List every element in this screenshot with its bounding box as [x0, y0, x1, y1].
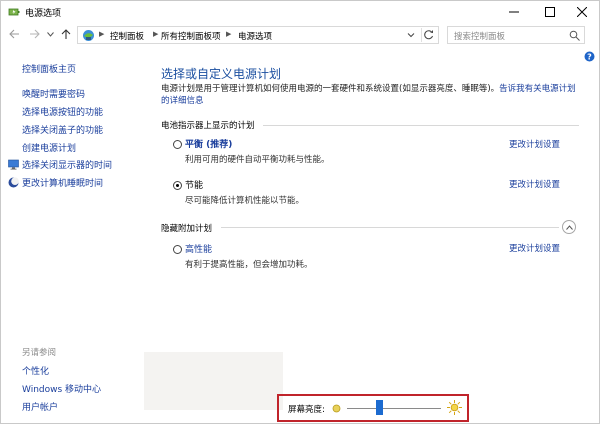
brightness-slider-thumb[interactable] — [376, 400, 384, 415]
search-input[interactable]: 搜索控制面板 — [447, 26, 585, 44]
close-icon — [577, 7, 587, 17]
help-icon[interactable]: ? — [584, 51, 595, 62]
power-options-app-icon — [8, 8, 20, 16]
blank-panel-area — [144, 352, 283, 410]
sidebar-item-require-password[interactable]: 唤醒时需要密码 — [22, 87, 85, 100]
plan-high-performance-name[interactable]: 高性能 — [185, 242, 212, 255]
plan-balanced-description: 利用可用的硬件自动平衡功耗与性能。 — [185, 155, 330, 165]
sleep-moon-icon — [8, 177, 19, 188]
window-title: 电源选项 — [25, 9, 62, 19]
breadcrumb-separator-icon: ▶ — [226, 30, 232, 38]
forward-arrow-icon — [29, 29, 40, 39]
breadcrumb-separator-icon: ▶ — [153, 30, 159, 38]
page-title: 选择或自定义电源计划 — [161, 67, 282, 81]
chevron-down-icon — [46, 31, 54, 37]
dim-sun-icon — [332, 404, 341, 413]
brightness-label: 屏幕亮度: — [288, 405, 325, 415]
bright-sun-icon — [447, 400, 462, 415]
battery-plans-heading: 电池指示器上显示的计划 — [161, 121, 255, 131]
power-options-window: 电源选项 ▶ 控制面板 ▶ 所有控制面板项 ▶ 电源选项 搜索控制面板 ? 控制… — [0, 0, 600, 424]
address-bar[interactable]: ▶ 控制面板 ▶ 所有控制面板项 ▶ 电源选项 — [77, 26, 439, 44]
up-arrow-icon — [61, 28, 71, 39]
control-panel-icon — [83, 30, 94, 41]
plan-power-saver-description: 尽可能降低计算机性能以节能。 — [185, 196, 305, 206]
sidebar-item-power-button[interactable]: 选择电源按钮的功能 — [22, 105, 103, 118]
refresh-icon — [424, 30, 433, 40]
sidebar-item-sleep-time[interactable]: 更改计算机睡眠时间 — [22, 176, 103, 189]
title-bar: 电源选项 — [1, 1, 599, 23]
screen-brightness-control: 屏幕亮度: — [277, 394, 469, 422]
plan-balanced-name[interactable]: 平衡 (推荐) — [185, 137, 232, 150]
plan-high-performance-radio[interactable] — [173, 245, 182, 254]
back-button[interactable] — [7, 27, 21, 41]
plan-balanced-radio[interactable] — [173, 140, 182, 149]
address-dropdown-icon[interactable] — [406, 29, 416, 41]
see-also-user-accounts-link[interactable]: 用户帐户 — [22, 400, 58, 413]
see-also-mobility-center-link[interactable]: Windows 移动中心 — [22, 382, 101, 395]
section-divider — [221, 227, 559, 228]
plan-high-performance-description: 有利于提高性能，但会增加功耗。 — [185, 260, 313, 270]
sidebar-item-create-plan[interactable]: 创建电源计划 — [22, 141, 76, 154]
maximize-button[interactable] — [533, 1, 567, 23]
description-text: 电源计划是用于管理计算机如何使用电源的一套硬件和系统设置(如显示器亮度、睡眠等)… — [161, 84, 500, 94]
recent-pages-button[interactable] — [45, 27, 55, 41]
up-button[interactable] — [59, 27, 73, 41]
chevron-up-icon — [565, 224, 573, 230]
brightness-slider-track[interactable] — [347, 408, 441, 409]
section-divider — [263, 125, 579, 126]
sidebar-item-lid-close[interactable]: 选择关闭盖子的功能 — [22, 123, 103, 136]
breadcrumb-separator-icon: ▶ — [99, 30, 105, 38]
breadcrumb-power-options[interactable]: 电源选项 — [238, 30, 272, 42]
svg-text:?: ? — [587, 52, 592, 61]
control-panel-home-link[interactable]: 控制面板主页 — [22, 62, 76, 75]
breadcrumb-all-items[interactable]: 所有控制面板项 — [161, 30, 221, 42]
plan-power-saver-radio[interactable] — [173, 181, 182, 190]
monitor-icon — [8, 159, 19, 170]
close-button[interactable] — [565, 1, 599, 23]
maximize-icon — [545, 7, 555, 17]
address-row: ▶ 控制面板 ▶ 所有控制面板项 ▶ 电源选项 搜索控制面板 — [1, 24, 599, 46]
see-also-heading: 另请参阅 — [22, 348, 57, 358]
plan-power-saver-name[interactable]: 节能 — [185, 178, 203, 191]
hidden-plans-heading[interactable]: 隐藏附加计划 — [161, 222, 212, 234]
refresh-button[interactable] — [421, 28, 435, 42]
page-description: 电源计划是用于管理计算机如何使用电源的一套硬件和系统设置(如显示器亮度、睡眠等)… — [161, 83, 581, 107]
plan-balanced-change-link[interactable]: 更改计划设置 — [509, 138, 560, 150]
minimize-button[interactable] — [497, 1, 531, 23]
see-also-personalization-link[interactable]: 个性化 — [22, 364, 49, 377]
search-icon — [569, 30, 580, 41]
forward-button[interactable] — [27, 27, 41, 41]
plan-power-saver-change-link[interactable]: 更改计划设置 — [509, 178, 560, 190]
search-placeholder: 搜索控制面板 — [454, 32, 506, 42]
sidebar-item-display-off[interactable]: 选择关闭显示器的时间 — [22, 158, 112, 171]
back-arrow-icon — [8, 29, 19, 39]
breadcrumb-control-panel[interactable]: 控制面板 — [110, 30, 144, 42]
plan-high-performance-change-link[interactable]: 更改计划设置 — [509, 242, 560, 254]
collapse-hidden-plans-button[interactable] — [562, 220, 576, 234]
minimize-icon — [509, 11, 519, 13]
